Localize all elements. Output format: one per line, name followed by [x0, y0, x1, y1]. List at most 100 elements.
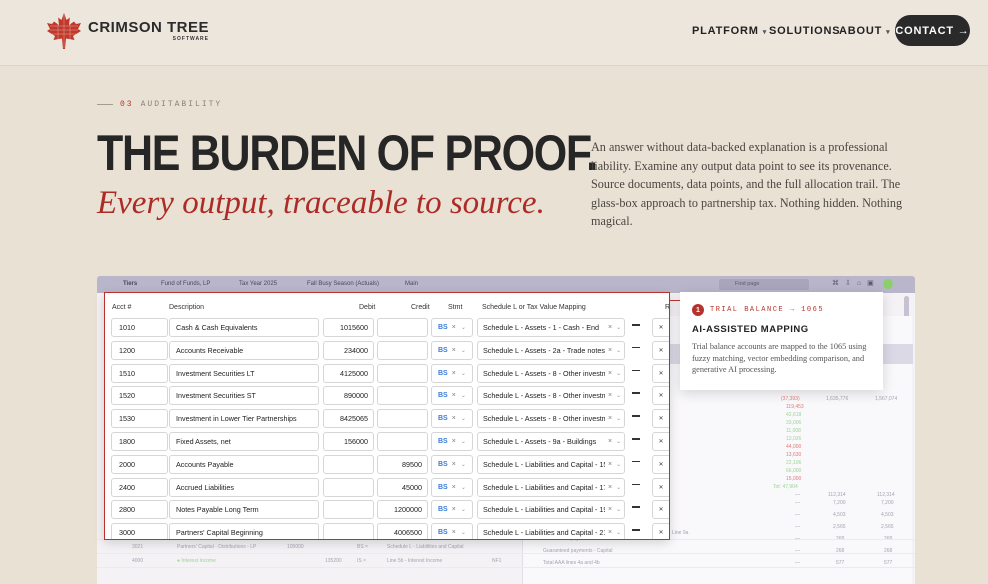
credit-input[interactable] — [377, 363, 428, 383]
delete-row-button[interactable]: ✕ — [652, 477, 669, 497]
mapping-select[interactable]: Schedule L - Liabilities and Capital - 1… — [477, 500, 625, 520]
delete-row-button[interactable]: ✕ — [652, 318, 669, 337]
acct-input[interactable]: 1010 — [111, 318, 168, 337]
mapping-select[interactable]: Schedule L - Liabilities and Capital - 2… — [477, 523, 625, 539]
delete-row-button[interactable]: ✕ — [652, 500, 669, 520]
stmt-select[interactable]: BS × ⌄ — [431, 409, 473, 429]
delete-row-button[interactable]: ✕ — [652, 340, 669, 360]
chevron-down-icon[interactable]: ⌄ — [461, 506, 466, 513]
credit-input[interactable] — [377, 318, 428, 337]
stmt-select[interactable]: BS × ⌄ — [431, 454, 473, 474]
breadcrumb-main[interactable]: Main — [405, 281, 418, 287]
credit-input[interactable]: 89500 — [377, 454, 428, 474]
debit-input[interactable] — [323, 500, 374, 520]
clear-icon[interactable]: × — [452, 347, 456, 354]
clear-icon[interactable]: × — [608, 461, 612, 468]
stmt-select[interactable]: BS × ⌄ — [431, 523, 473, 539]
clear-icon[interactable]: × — [452, 484, 456, 491]
minus-icon[interactable] — [632, 506, 640, 508]
stmt-select[interactable]: BS × ⌄ — [431, 386, 473, 406]
debit-input[interactable]: 8425065 — [323, 409, 374, 429]
mapping-select[interactable]: Schedule L - Assets - 8 - Other investme… — [477, 386, 625, 406]
chevron-down-icon[interactable]: ⌄ — [461, 484, 466, 491]
acct-input[interactable]: 1510 — [111, 363, 168, 383]
clear-icon[interactable]: × — [452, 506, 456, 513]
credit-input[interactable]: 1200000 — [377, 500, 428, 520]
delete-row-button[interactable]: ✕ — [652, 409, 669, 429]
description-input[interactable]: Notes Payable Long Term — [169, 500, 319, 520]
stmt-select[interactable]: BS × ⌄ — [431, 500, 473, 520]
debit-input[interactable]: 890000 — [323, 386, 374, 406]
description-input[interactable]: Investment Securities ST — [169, 386, 319, 406]
chevron-down-icon[interactable]: ⌄ — [616, 392, 621, 399]
minus-icon[interactable] — [632, 346, 640, 349]
minus-icon[interactable] — [632, 483, 640, 486]
acct-input[interactable]: 2800 — [111, 500, 168, 520]
clear-icon[interactable]: × — [608, 529, 612, 536]
acct-input[interactable]: 1530 — [111, 409, 168, 429]
debit-input[interactable] — [323, 454, 374, 474]
chevron-down-icon[interactable]: ⌄ — [616, 461, 621, 468]
chevron-down-icon[interactable]: ⌄ — [616, 484, 621, 491]
clear-icon[interactable]: × — [608, 506, 612, 513]
toolbar-icons[interactable]: ⌘⇩⌂▣ — [832, 279, 880, 287]
chevron-down-icon[interactable]: ⌄ — [461, 324, 466, 331]
credit-input[interactable] — [377, 432, 428, 451]
nav-about[interactable]: ABOUT ▾ — [839, 25, 890, 37]
credit-input[interactable] — [377, 386, 428, 406]
clear-icon[interactable]: × — [452, 461, 456, 468]
minus-icon[interactable] — [632, 324, 640, 326]
minus-icon[interactable] — [632, 369, 640, 372]
clear-icon[interactable]: × — [452, 529, 456, 536]
stmt-select[interactable]: BS × ⌄ — [431, 340, 473, 360]
description-input[interactable]: Accrued Liabilities — [169, 477, 319, 497]
delete-row-button[interactable]: ✕ — [652, 454, 669, 474]
brand-logo[interactable]: CRIMSON TREE SOFTWARE — [46, 12, 209, 50]
clear-icon[interactable]: × — [608, 347, 612, 354]
acct-input[interactable]: 1520 — [111, 386, 168, 406]
clear-icon[interactable]: × — [608, 415, 612, 422]
minus-icon[interactable] — [632, 415, 640, 417]
chevron-down-icon[interactable]: ⌄ — [461, 438, 466, 445]
delete-row-button[interactable]: ✕ — [652, 363, 669, 383]
chevron-down-icon[interactable]: ⌄ — [616, 506, 621, 513]
description-input[interactable]: Investment in Lower Tier Partnerships — [169, 409, 319, 429]
acct-input[interactable]: 3000 — [111, 523, 168, 539]
chevron-down-icon[interactable]: ⌄ — [461, 347, 466, 354]
description-input[interactable]: Accounts Payable — [169, 454, 319, 474]
credit-input[interactable]: 4006500 — [377, 523, 428, 539]
clear-icon[interactable]: × — [452, 370, 456, 377]
breadcrumb-fund[interactable]: Fund of Funds, LP — [161, 281, 210, 287]
debit-input[interactable] — [323, 477, 374, 497]
nav-platform[interactable]: PLATFORM ▾ — [692, 25, 767, 37]
clear-icon[interactable]: × — [452, 438, 456, 445]
stmt-select[interactable]: BS × ⌄ — [431, 432, 473, 451]
breadcrumb-tax-year[interactable]: Tax Year 2025 — [239, 281, 277, 287]
mapping-select[interactable]: Schedule L - Assets - 1 - Cash - End × ⌄ — [477, 318, 625, 337]
clear-icon[interactable]: × — [608, 484, 612, 491]
mapping-select[interactable]: Schedule L - Liabilities and Capital - 1… — [477, 454, 625, 474]
description-input[interactable]: Partners' Capital Beginning — [169, 523, 319, 539]
clear-icon[interactable]: × — [452, 324, 456, 331]
breadcrumb-season[interactable]: Fall Busy Season (Actuals) — [307, 281, 379, 287]
credit-input[interactable] — [377, 340, 428, 360]
clear-icon[interactable]: × — [452, 415, 456, 422]
stmt-select[interactable]: BS × ⌄ — [431, 318, 473, 337]
debit-input[interactable]: 234000 — [323, 340, 374, 360]
chevron-down-icon[interactable]: ⌄ — [461, 370, 466, 377]
breadcrumb-tiers[interactable]: Tiers — [123, 281, 137, 287]
chevron-down-icon[interactable]: ⌄ — [461, 392, 466, 399]
mapping-select[interactable]: Schedule L - Assets - 8 - Other investme… — [477, 409, 625, 429]
chevron-down-icon[interactable]: ⌄ — [616, 438, 621, 445]
nav-solutions[interactable]: SOLUTIONS — [769, 25, 840, 37]
avatar[interactable] — [883, 279, 893, 289]
mapping-select[interactable]: Schedule L - Liabilities and Capital - 1… — [477, 477, 625, 497]
description-input[interactable]: Investment Securities LT — [169, 363, 319, 383]
minus-icon[interactable] — [632, 529, 640, 531]
acct-input[interactable]: 2000 — [111, 454, 168, 474]
clear-icon[interactable]: × — [608, 438, 612, 445]
chevron-down-icon[interactable]: ⌄ — [616, 529, 621, 536]
clear-icon[interactable]: × — [608, 324, 612, 331]
chevron-down-icon[interactable]: ⌄ — [616, 347, 621, 354]
debit-input[interactable] — [323, 523, 374, 539]
